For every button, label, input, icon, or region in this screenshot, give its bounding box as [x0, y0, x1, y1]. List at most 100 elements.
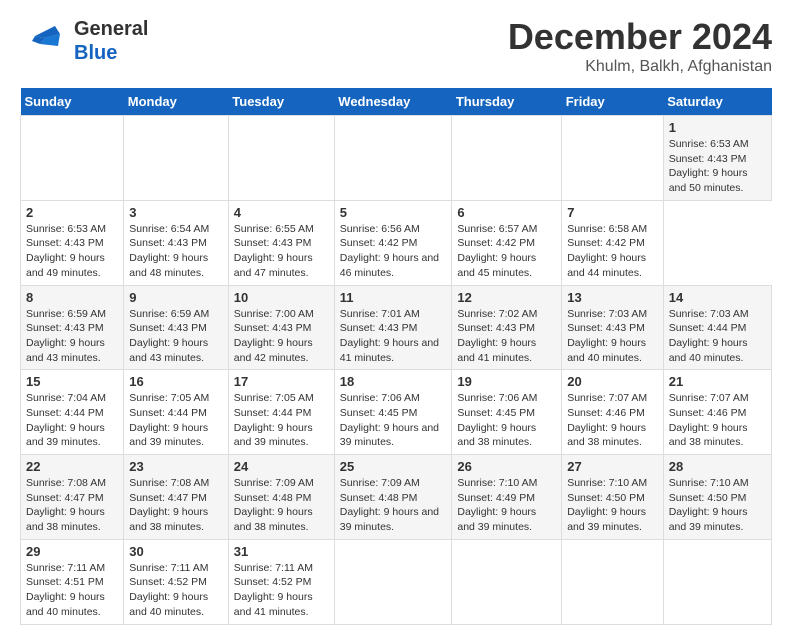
day-number: 10	[234, 290, 329, 305]
day-info: Sunrise: 7:07 AMSunset: 4:46 PMDaylight:…	[567, 391, 658, 450]
day-info: Sunrise: 7:10 AMSunset: 4:49 PMDaylight:…	[457, 476, 556, 535]
day-info: Sunrise: 7:11 AMSunset: 4:52 PMDaylight:…	[129, 561, 223, 620]
calendar-cell: 3 Sunrise: 6:54 AMSunset: 4:43 PMDaylight…	[124, 200, 229, 285]
calendar-cell	[562, 539, 664, 624]
day-info: Sunrise: 7:08 AMSunset: 4:47 PMDaylight:…	[129, 476, 223, 535]
calendar-cell: 28 Sunrise: 7:10 AMSunset: 4:50 PMDayligh…	[663, 455, 771, 540]
header-row: Sunday Monday Tuesday Wednesday Thursday…	[21, 88, 772, 116]
day-info: Sunrise: 6:55 AMSunset: 4:43 PMDaylight:…	[234, 222, 329, 281]
day-number: 12	[457, 290, 556, 305]
calendar-cell: 31 Sunrise: 7:11 AMSunset: 4:52 PMDayligh…	[228, 539, 334, 624]
day-info: Sunrise: 7:05 AMSunset: 4:44 PMDaylight:…	[234, 391, 329, 450]
day-number: 25	[340, 459, 447, 474]
col-wednesday: Wednesday	[334, 88, 452, 116]
day-info: Sunrise: 7:11 AMSunset: 4:52 PMDaylight:…	[234, 561, 329, 620]
day-number: 22	[26, 459, 118, 474]
calendar-cell: 5Sunrise: 6:56 AMSunset: 4:42 PMDaylight…	[334, 200, 452, 285]
day-info: Sunrise: 7:01 AMSunset: 4:43 PMDaylight:…	[340, 307, 447, 366]
day-number: 5	[340, 205, 447, 220]
day-number: 13	[567, 290, 658, 305]
subtitle: Khulm, Balkh, Afghanistan	[508, 58, 772, 76]
day-info: Sunrise: 6:53 AMSunset: 4:43 PMDaylight:…	[26, 222, 118, 281]
calendar-cell: 9 Sunrise: 6:59 AMSunset: 4:43 PMDaylight…	[124, 285, 229, 370]
calendar-cell	[334, 116, 452, 201]
calendar-cell	[334, 539, 452, 624]
day-info: Sunrise: 7:07 AMSunset: 4:46 PMDaylight:…	[669, 391, 766, 450]
day-info: Sunrise: 7:06 AMSunset: 4:45 PMDaylight:…	[457, 391, 556, 450]
day-number: 23	[129, 459, 223, 474]
day-info: Sunrise: 7:11 AMSunset: 4:51 PMDaylight:…	[26, 561, 118, 620]
day-info: Sunrise: 7:05 AMSunset: 4:44 PMDaylight:…	[129, 391, 223, 450]
day-number: 31	[234, 544, 329, 559]
day-number: 6	[457, 205, 556, 220]
day-number: 3	[129, 205, 223, 220]
day-info: Sunrise: 6:58 AMSunset: 4:42 PMDaylight:…	[567, 222, 658, 281]
day-number: 30	[129, 544, 223, 559]
calendar-cell	[21, 116, 124, 201]
calendar-week-3: 8 Sunrise: 6:59 AMSunset: 4:43 PMDaylight…	[21, 285, 772, 370]
calendar-week-4: 15Sunrise: 7:04 AMSunset: 4:44 PMDayligh…	[21, 370, 772, 455]
calendar-cell: 23 Sunrise: 7:08 AMSunset: 4:47 PMDayligh…	[124, 455, 229, 540]
calendar-cell: 4 Sunrise: 6:55 AMSunset: 4:43 PMDaylight…	[228, 200, 334, 285]
calendar-cell: 10Sunrise: 7:00 AMSunset: 4:43 PMDayligh…	[228, 285, 334, 370]
calendar-week-2: 2Sunrise: 6:53 AMSunset: 4:43 PMDaylight…	[21, 200, 772, 285]
logo: General Blue	[20, 16, 148, 66]
day-info: Sunrise: 6:57 AMSunset: 4:42 PMDaylight:…	[457, 222, 556, 281]
day-info: Sunrise: 7:08 AMSunset: 4:47 PMDaylight:…	[26, 476, 118, 535]
calendar-cell: 30 Sunrise: 7:11 AMSunset: 4:52 PMDayligh…	[124, 539, 229, 624]
calendar-cell: 2Sunrise: 6:53 AMSunset: 4:43 PMDaylight…	[21, 200, 124, 285]
day-number: 28	[669, 459, 766, 474]
day-number: 26	[457, 459, 556, 474]
calendar-cell: 17Sunrise: 7:05 AMSunset: 4:44 PMDayligh…	[228, 370, 334, 455]
calendar-cell	[124, 116, 229, 201]
col-thursday: Thursday	[452, 88, 562, 116]
day-info: Sunrise: 7:09 AMSunset: 4:48 PMDaylight:…	[340, 476, 447, 535]
calendar-cell: 14Sunrise: 7:03 AMSunset: 4:44 PMDayligh…	[663, 285, 771, 370]
header: General Blue December 2024 Khulm, Balkh,…	[20, 16, 772, 76]
calendar-cell: 16 Sunrise: 7:05 AMSunset: 4:44 PMDayligh…	[124, 370, 229, 455]
day-info: Sunrise: 7:03 AMSunset: 4:44 PMDaylight:…	[669, 307, 766, 366]
day-info: Sunrise: 7:10 AMSunset: 4:50 PMDaylight:…	[669, 476, 766, 535]
day-number: 18	[340, 374, 447, 389]
day-number: 21	[669, 374, 766, 389]
day-number: 27	[567, 459, 658, 474]
calendar-cell	[452, 116, 562, 201]
calendar-cell: 6 Sunrise: 6:57 AMSunset: 4:42 PMDaylight…	[452, 200, 562, 285]
calendar-cell: 27 Sunrise: 7:10 AMSunset: 4:50 PMDayligh…	[562, 455, 664, 540]
day-info: Sunrise: 6:53 AMSunset: 4:43 PMDaylight:…	[669, 137, 766, 196]
calendar-cell: 7 Sunrise: 6:58 AMSunset: 4:42 PMDaylight…	[562, 200, 664, 285]
calendar-cell: 11Sunrise: 7:01 AMSunset: 4:43 PMDayligh…	[334, 285, 452, 370]
day-info: Sunrise: 7:10 AMSunset: 4:50 PMDaylight:…	[567, 476, 658, 535]
calendar-cell	[562, 116, 664, 201]
day-number: 16	[129, 374, 223, 389]
calendar-cell: 1Sunrise: 6:53 AMSunset: 4:43 PMDaylight…	[663, 116, 771, 201]
calendar-cell	[452, 539, 562, 624]
col-friday: Friday	[562, 88, 664, 116]
main-title: December 2024	[508, 16, 772, 58]
page-container: General Blue December 2024 Khulm, Balkh,…	[0, 0, 792, 635]
day-number: 7	[567, 205, 658, 220]
calendar-cell	[663, 539, 771, 624]
day-number: 20	[567, 374, 658, 389]
calendar-cell: 19 Sunrise: 7:06 AMSunset: 4:45 PMDayligh…	[452, 370, 562, 455]
calendar-week-6: 29 Sunrise: 7:11 AMSunset: 4:51 PMDayligh…	[21, 539, 772, 624]
day-number: 8	[26, 290, 118, 305]
calendar-cell: 13 Sunrise: 7:03 AMSunset: 4:43 PMDayligh…	[562, 285, 664, 370]
calendar-cell: 25 Sunrise: 7:09 AMSunset: 4:48 PMDayligh…	[334, 455, 452, 540]
day-info: Sunrise: 7:03 AMSunset: 4:43 PMDaylight:…	[567, 307, 658, 366]
day-number: 19	[457, 374, 556, 389]
calendar-cell: 22 Sunrise: 7:08 AMSunset: 4:47 PMDayligh…	[21, 455, 124, 540]
logo-text: General Blue	[74, 17, 148, 65]
col-saturday: Saturday	[663, 88, 771, 116]
day-info: Sunrise: 6:54 AMSunset: 4:43 PMDaylight:…	[129, 222, 223, 281]
calendar-cell: 24Sunrise: 7:09 AMSunset: 4:48 PMDayligh…	[228, 455, 334, 540]
day-info: Sunrise: 7:04 AMSunset: 4:44 PMDaylight:…	[26, 391, 118, 450]
calendar-cell: 18Sunrise: 7:06 AMSunset: 4:45 PMDayligh…	[334, 370, 452, 455]
day-number: 9	[129, 290, 223, 305]
col-sunday: Sunday	[21, 88, 124, 116]
calendar-week-1: 1Sunrise: 6:53 AMSunset: 4:43 PMDaylight…	[21, 116, 772, 201]
day-number: 29	[26, 544, 118, 559]
col-monday: Monday	[124, 88, 229, 116]
day-info: Sunrise: 6:59 AMSunset: 4:43 PMDaylight:…	[129, 307, 223, 366]
day-number: 4	[234, 205, 329, 220]
